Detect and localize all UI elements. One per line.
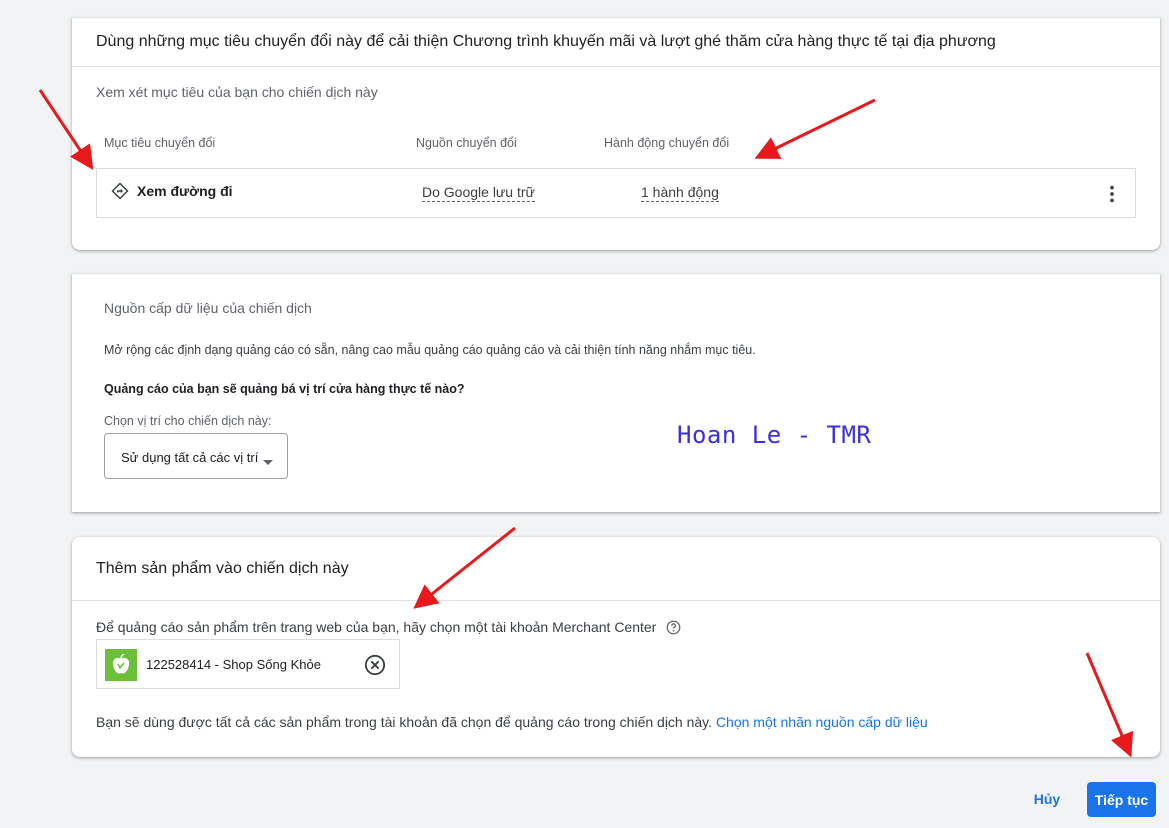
location-select[interactable]: Sử dụng tất cả các vị trí	[104, 433, 288, 479]
help-icon[interactable]	[666, 620, 681, 638]
merchant-instruction: Để quảng cáo sản phẩm trên trang web của…	[96, 619, 681, 638]
feed-label-link[interactable]: Chọn một nhãn nguồn cấp dữ liệu	[716, 714, 928, 730]
products-card: Thêm sản phẩm vào chiến dịch này Để quản…	[72, 537, 1160, 757]
products-title: Thêm sản phẩm vào chiến dịch này	[96, 560, 349, 577]
conversion-goal-row: Xem đường đi Do Google lưu trữ 1 hành độ…	[96, 168, 1136, 218]
directions-icon	[111, 182, 129, 205]
goal-name: Xem đường đi	[137, 183, 233, 199]
apple-logo-icon	[105, 649, 137, 681]
merchant-account-name: 122528414 - Shop Sống Khỏe	[146, 657, 321, 672]
cancel-button[interactable]: Hủy	[1026, 783, 1068, 815]
data-feed-description: Mở rộng các định dạng quảng cáo có sẵn, …	[104, 343, 756, 357]
divider	[72, 600, 1160, 601]
products-footer-text: Bạn sẽ dùng được tất cả các sản phẩm tro…	[96, 714, 713, 730]
products-footer: Bạn sẽ dùng được tất cả các sản phẩm tro…	[96, 714, 928, 730]
conversion-goals-subtitle: Xem xét mục tiêu của bạn cho chiến dịch …	[96, 84, 378, 100]
column-header-goal: Mục tiêu chuyển đổi	[104, 136, 216, 150]
data-feed-card: Nguồn cấp dữ liệu của chiến dịch Mở rộng…	[72, 274, 1160, 512]
divider	[72, 66, 1160, 67]
remove-circle-icon[interactable]	[364, 654, 386, 681]
data-feed-title: Nguồn cấp dữ liệu của chiến dịch	[104, 300, 312, 316]
column-header-source: Nguồn chuyển đổi	[416, 136, 517, 150]
location-select-label: Chọn vị trí cho chiến dịch này:	[104, 414, 272, 428]
location-select-value: Sử dụng tất cả các vị trí	[121, 450, 259, 465]
goal-source[interactable]: Do Google lưu trữ	[422, 184, 535, 202]
conversion-goals-title: Dùng những mục tiêu chuyển đổi này để cả…	[96, 33, 996, 50]
merchant-account-chip: 122528414 - Shop Sống Khỏe	[96, 639, 400, 689]
location-question: Quảng cáo của bạn sẽ quảng bá vị trí cửa…	[104, 382, 465, 396]
column-header-action: Hành động chuyển đổi	[604, 136, 730, 150]
goal-action-count[interactable]: 1 hành động	[641, 184, 719, 202]
next-button[interactable]: Tiếp tục	[1087, 782, 1156, 817]
merchant-instruction-text: Để quảng cáo sản phẩm trên trang web của…	[96, 619, 657, 635]
more-vert-icon[interactable]	[1101, 183, 1123, 210]
watermark-text: Hoan Le - TMR	[677, 421, 872, 449]
conversion-goals-card: Dùng những mục tiêu chuyển đổi này để cả…	[72, 18, 1160, 250]
chevron-down-icon	[263, 454, 273, 469]
